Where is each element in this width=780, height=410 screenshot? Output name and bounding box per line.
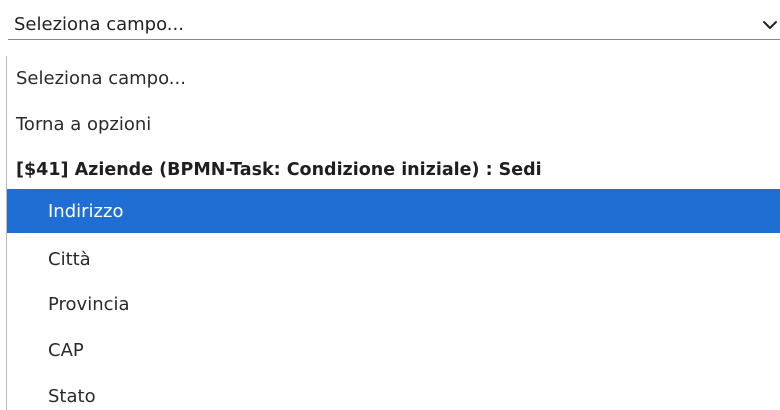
field-select[interactable]: Seleziona campo... — [8, 10, 780, 40]
option-indirizzo[interactable]: Indirizzo — [7, 189, 780, 233]
field-dropdown-list: Seleziona campo... Torna a opzioni [$41]… — [6, 56, 780, 410]
option-select-field[interactable]: Seleziona campo... — [7, 56, 780, 100]
option-cap[interactable]: CAP — [7, 328, 780, 372]
option-citta[interactable]: Città — [7, 237, 780, 281]
option-stato[interactable]: Stato — [7, 374, 780, 410]
option-back-to-options[interactable]: Torna a opzioni — [7, 102, 780, 146]
chevron-down-icon[interactable] — [760, 15, 780, 35]
option-provincia[interactable]: Provincia — [7, 282, 780, 326]
option-group-header: [$41] Aziende (BPMN-Task: Condizione ini… — [16, 160, 542, 180]
field-select-value: Seleziona campo... — [14, 14, 184, 35]
